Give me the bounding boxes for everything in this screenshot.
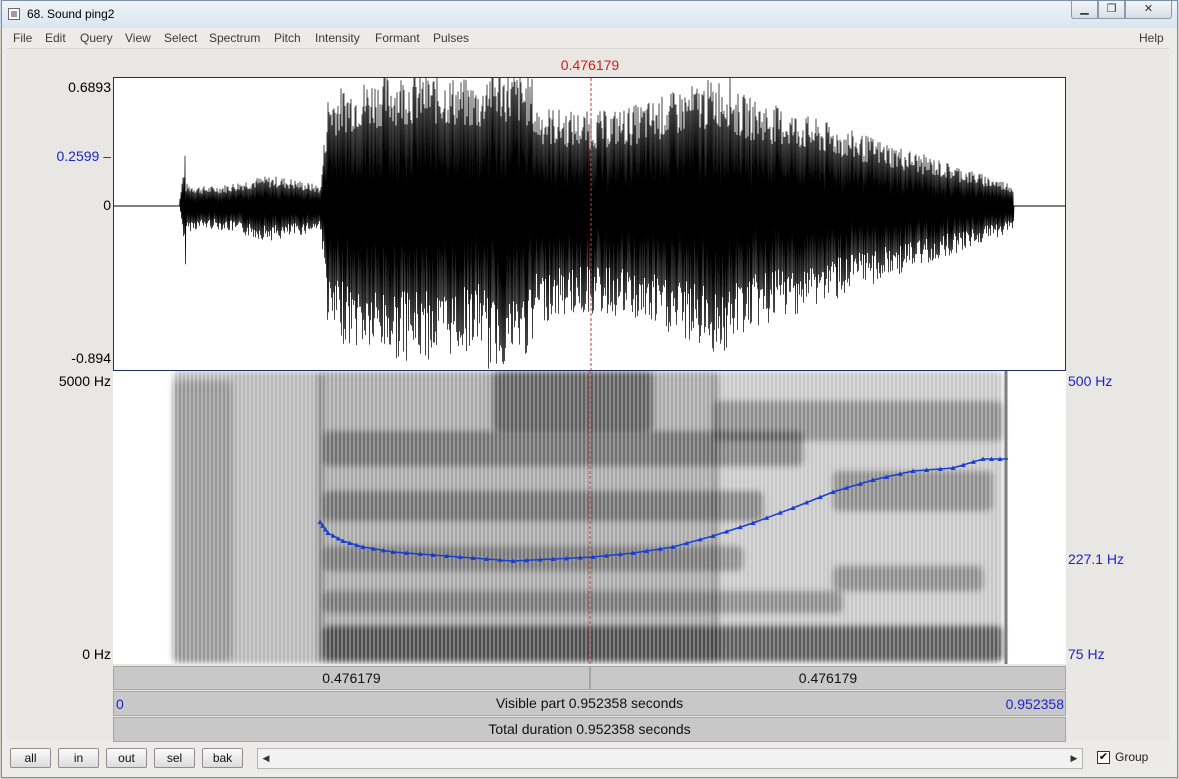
right-segment-bar[interactable]: 0.476179 — [590, 666, 1066, 690]
pitch-bottom-label: 75 Hz — [1068, 646, 1105, 662]
total-duration-label: Total duration 0.952358 seconds — [488, 721, 691, 737]
visible-part-label: Visible part 0.952358 seconds — [495, 695, 684, 711]
pitch-top-label: 500 Hz — [1068, 373, 1113, 389]
zoom-back-button[interactable]: bak — [202, 748, 243, 768]
waveform-trace — [114, 78, 1065, 369]
spec-top-label: 5000 Hz — [58, 373, 111, 389]
total-duration-bar[interactable]: Total duration 0.952358 seconds — [113, 717, 1066, 742]
scroll-left-icon[interactable]: ◀ — [258, 749, 274, 768]
wave-level-label: 0.2599 – — [56, 148, 111, 164]
menu-bar: File Edit Query View Select Spectrum Pit… — [7, 28, 1169, 49]
left-segment-duration: 0.476179 — [322, 670, 381, 686]
wave-max-label: 0.6893 — [68, 79, 111, 95]
visible-start-label: 0 — [116, 696, 124, 712]
zoom-in-button[interactable]: in — [58, 748, 99, 768]
minimize-button[interactable]: ▁ — [1071, 1, 1098, 19]
right-segment-duration: 0.476179 — [798, 670, 858, 686]
wave-zero-label: 0 — [103, 197, 111, 213]
menu-query[interactable]: Query — [80, 31, 113, 45]
waveform-graphic — [114, 78, 1065, 370]
wave-min-label: -0.894 — [71, 350, 111, 366]
group-checkbox[interactable]: ✔ — [1097, 751, 1110, 764]
spectrogram-graphic — [168, 371, 1008, 664]
window-title: 68. Sound ping2 — [27, 7, 115, 21]
maximize-button[interactable]: ❐ — [1098, 1, 1125, 19]
spectrogram-panel[interactable] — [113, 371, 1066, 664]
menu-formant[interactable]: Formant — [375, 31, 420, 45]
menu-select[interactable]: Select — [164, 31, 197, 45]
menu-help[interactable]: Help — [1139, 31, 1164, 45]
scroll-right-icon[interactable]: ▶ — [1066, 749, 1082, 768]
menu-file[interactable]: File — [13, 31, 32, 45]
visible-part-bar[interactable]: Visible part 0.952358 seconds — [113, 691, 1066, 716]
menu-pitch[interactable]: Pitch — [274, 31, 301, 45]
zoom-sel-button[interactable]: sel — [154, 748, 195, 768]
zoom-all-button[interactable]: all — [10, 748, 51, 768]
group-label: Group — [1115, 750, 1149, 764]
app-icon[interactable] — [8, 8, 20, 20]
close-button[interactable]: ✕ — [1125, 1, 1172, 19]
cursor-time-label: 0.476179 — [560, 57, 620, 73]
title-bar[interactable]: 68. Sound ping2 ▁ ❐ ✕ — [2, 1, 1177, 28]
menu-spectrum[interactable]: Spectrum — [209, 31, 260, 45]
time-scrollbar[interactable]: ◀ ▶ — [257, 748, 1083, 769]
bottom-toolbar: all in out sel bak ◀ ▶ ✔ Group — [7, 742, 1169, 772]
menu-intensity[interactable]: Intensity — [315, 31, 360, 45]
menu-view[interactable]: View — [125, 31, 151, 45]
menu-edit[interactable]: Edit — [45, 31, 66, 45]
pitch-mid-label: 227.1 Hz — [1068, 551, 1125, 567]
menu-pulses[interactable]: Pulses — [433, 31, 469, 45]
spec-bottom-label: 0 Hz — [82, 646, 111, 662]
waveform-panel[interactable] — [113, 77, 1066, 371]
left-segment-bar[interactable]: 0.476179 — [113, 666, 590, 690]
zoom-out-button[interactable]: out — [106, 748, 147, 768]
visible-end-label: 0.952358 — [1005, 696, 1064, 712]
